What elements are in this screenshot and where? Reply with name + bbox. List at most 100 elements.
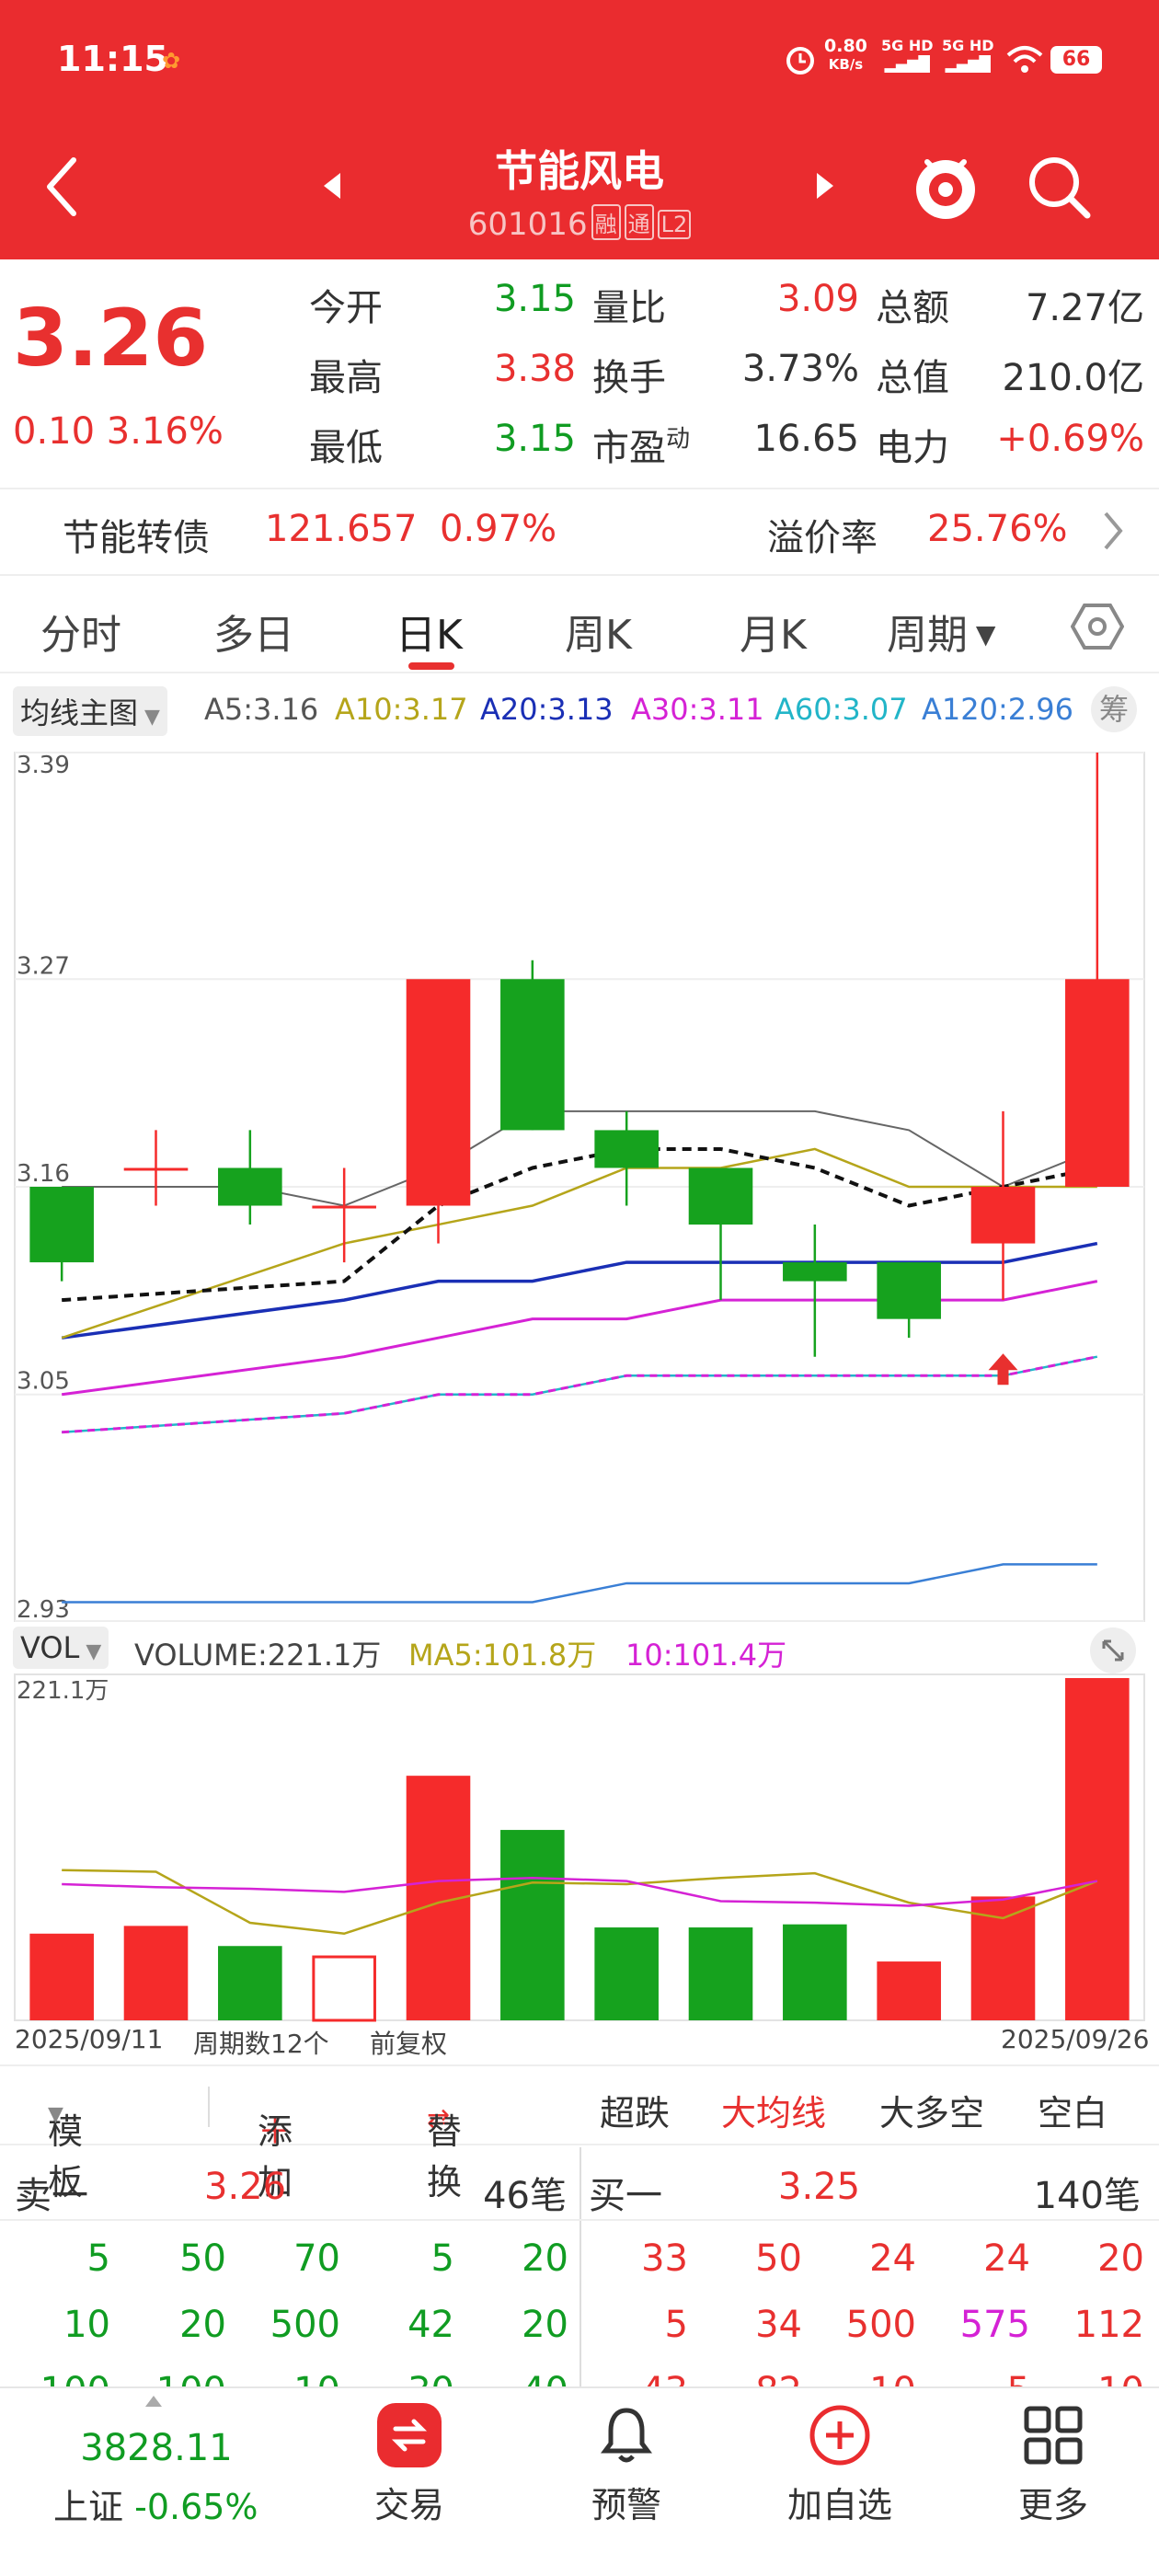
- tool-long-short[interactable]: 大多空: [879, 2085, 984, 2135]
- stock-title: 节能风电: [495, 146, 664, 196]
- tag-tong: 通: [624, 204, 654, 240]
- sell-order-size: 10: [63, 2304, 110, 2346]
- volume-value: VOLUME:221.1万: [134, 1638, 382, 1673]
- candle-body: [1065, 979, 1130, 1187]
- y-tick-label: 3.05: [17, 1368, 70, 1396]
- ma20-line: [61, 1241, 1098, 1340]
- bond-pct: 0.97%: [440, 508, 557, 550]
- adjust-mode[interactable]: 前复权: [370, 2024, 447, 2061]
- volume-bar: [1065, 1678, 1130, 2020]
- ma-dotted-line: [62, 1146, 1098, 1303]
- convertible-bond-row[interactable]: 节能转债 121.657 0.97% 溢价率 25.76%: [0, 488, 1159, 576]
- tag-rong: 融: [591, 204, 621, 240]
- search-icon[interactable]: [1025, 153, 1095, 223]
- field-label-high: 最高: [309, 357, 383, 399]
- index-change[interactable]: 上证 -0.65%: [53, 2478, 258, 2529]
- tag-l2: L2: [657, 210, 692, 239]
- current-price: 3.26: [13, 293, 209, 385]
- volume-ma10: 10:101.4万: [625, 1638, 787, 1673]
- volume-ma5: MA5:101.8万: [408, 1638, 597, 1673]
- sell-order-size: 50: [179, 2237, 226, 2280]
- next-stock-icon[interactable]: [815, 171, 837, 201]
- field-label-marketcap: 总值: [876, 357, 949, 399]
- alert-bell-icon[interactable]: [594, 2403, 659, 2467]
- ma-legend-a10: A10:3.17: [335, 692, 468, 727]
- kline-chart[interactable]: 3.39 3.27 3.16 3.05 2.93 221.1万: [0, 736, 1159, 2066]
- nav-more[interactable]: 更多: [997, 2477, 1109, 2527]
- candle-body: [877, 1262, 941, 1319]
- volume-bar: [123, 1926, 189, 2020]
- sell-order-size: 20: [179, 2304, 226, 2346]
- ma-legend: 均线主图 ▼ A5:3.16 A10:3.17 A20:3.13 A30:3.1…: [0, 681, 1159, 736]
- sector-value[interactable]: +0.69%: [957, 418, 1144, 460]
- candle-body: [218, 1167, 282, 1206]
- nav-alert[interactable]: 预警: [570, 2477, 683, 2527]
- tab-intraday[interactable]: 分时: [40, 602, 121, 661]
- more-grid-icon[interactable]: [1021, 2403, 1085, 2467]
- buy1-count: 140笔: [1033, 2175, 1141, 2217]
- field-label-low: 最低: [309, 427, 383, 469]
- sell-order-size: 5: [430, 2237, 454, 2280]
- expand-icon[interactable]: [1089, 1627, 1137, 1674]
- buy-order-size: 34: [755, 2304, 802, 2346]
- tab-multiday[interactable]: 多日: [213, 602, 294, 661]
- volume-bar: [500, 1830, 565, 2020]
- add-watchlist-icon[interactable]: [808, 2403, 872, 2467]
- tab-period[interactable]: 周期 ▼: [887, 602, 995, 661]
- buy-order-size: 33: [641, 2237, 688, 2280]
- sector-label[interactable]: 电力: [876, 418, 949, 471]
- index-value[interactable]: 3828.11: [77, 2427, 235, 2469]
- ma-legend-a60: A60:3.07: [775, 692, 908, 727]
- net-speed: 0.80 KB/s: [824, 36, 867, 73]
- alarm-icon: [786, 47, 814, 75]
- buy-order-size: 5: [664, 2304, 688, 2346]
- volume-max-label: 221.1万: [17, 1677, 109, 1705]
- field-value-marketcap: 210.0亿: [1002, 357, 1144, 399]
- caret-up-icon: [145, 2396, 162, 2407]
- sell-order-size: 20: [522, 2237, 568, 2280]
- tab-weekly-k[interactable]: 周K: [565, 602, 632, 661]
- y-tick-label: 3.16: [17, 1160, 70, 1188]
- tab-monthly-k[interactable]: 月K: [740, 602, 807, 661]
- nav-trade[interactable]: 交易: [353, 2477, 465, 2527]
- tool-blank[interactable]: 空白: [1038, 2085, 1107, 2135]
- volume-bar: [218, 1946, 282, 2020]
- settings-hexagon-icon[interactable]: [1071, 600, 1124, 653]
- volume-bar: [594, 1927, 659, 2020]
- tool-big-ma[interactable]: 大均线: [721, 2085, 826, 2135]
- wifi-icon: [1006, 46, 1043, 73]
- tool-oversold[interactable]: 超跌: [600, 2085, 670, 2135]
- candle-body: [594, 1130, 659, 1168]
- robot-assistant-icon[interactable]: [911, 147, 981, 224]
- chevron-right-icon: [1104, 512, 1123, 550]
- volume-ma10-line: [62, 1876, 1098, 1907]
- volume-bar: [783, 1924, 847, 2020]
- tab-daily-k[interactable]: 日K: [396, 602, 463, 661]
- dropdown-caret-icon: ▼: [968, 619, 996, 650]
- order-book: 卖一 3.26 46笔 买一 3.25 140笔 5 50 70 5 20 10 20 500…: [0, 2147, 1159, 2412]
- chip-distribution-button[interactable]: 筹: [1091, 686, 1137, 732]
- candle-body: [123, 1167, 189, 1171]
- sell1-count: 46笔: [483, 2175, 567, 2217]
- field-label-open: 今开: [309, 287, 383, 329]
- sell1-price: 3.26: [204, 2166, 287, 2208]
- candle-body: [970, 1187, 1036, 1244]
- buy-signal-arrow-icon: [988, 1353, 1018, 1386]
- field-label-turnover: 换手: [592, 357, 666, 399]
- candle-body: [29, 1187, 94, 1263]
- signal-2: 5G HD ▂▄▆█: [942, 37, 994, 73]
- stock-code-row: 601016 融通 L2: [0, 204, 1159, 243]
- main-chart-selector[interactable]: 均线主图 ▼: [13, 686, 167, 736]
- status-gear-icon: ✿: [162, 48, 181, 74]
- buy-order-size: 50: [755, 2237, 802, 2280]
- buy-order-size: 112: [1073, 2304, 1144, 2346]
- volume-legend: VOL ▼ VOLUME:221.1万 MA5:101.8万 10:101.4万: [0, 1621, 1159, 1676]
- volume-indicator-selector[interactable]: VOL ▼: [13, 1627, 109, 1669]
- nav-add-watchlist[interactable]: 加自选: [767, 2477, 912, 2527]
- field-value-pe: 16.65: [753, 418, 859, 460]
- sell1-label: 卖一: [15, 2175, 88, 2217]
- bond-name: 节能转债: [63, 517, 210, 559]
- trade-icon[interactable]: [377, 2403, 442, 2467]
- bond-price: 121.657: [265, 508, 418, 550]
- buy-order-size: 500: [845, 2304, 916, 2346]
